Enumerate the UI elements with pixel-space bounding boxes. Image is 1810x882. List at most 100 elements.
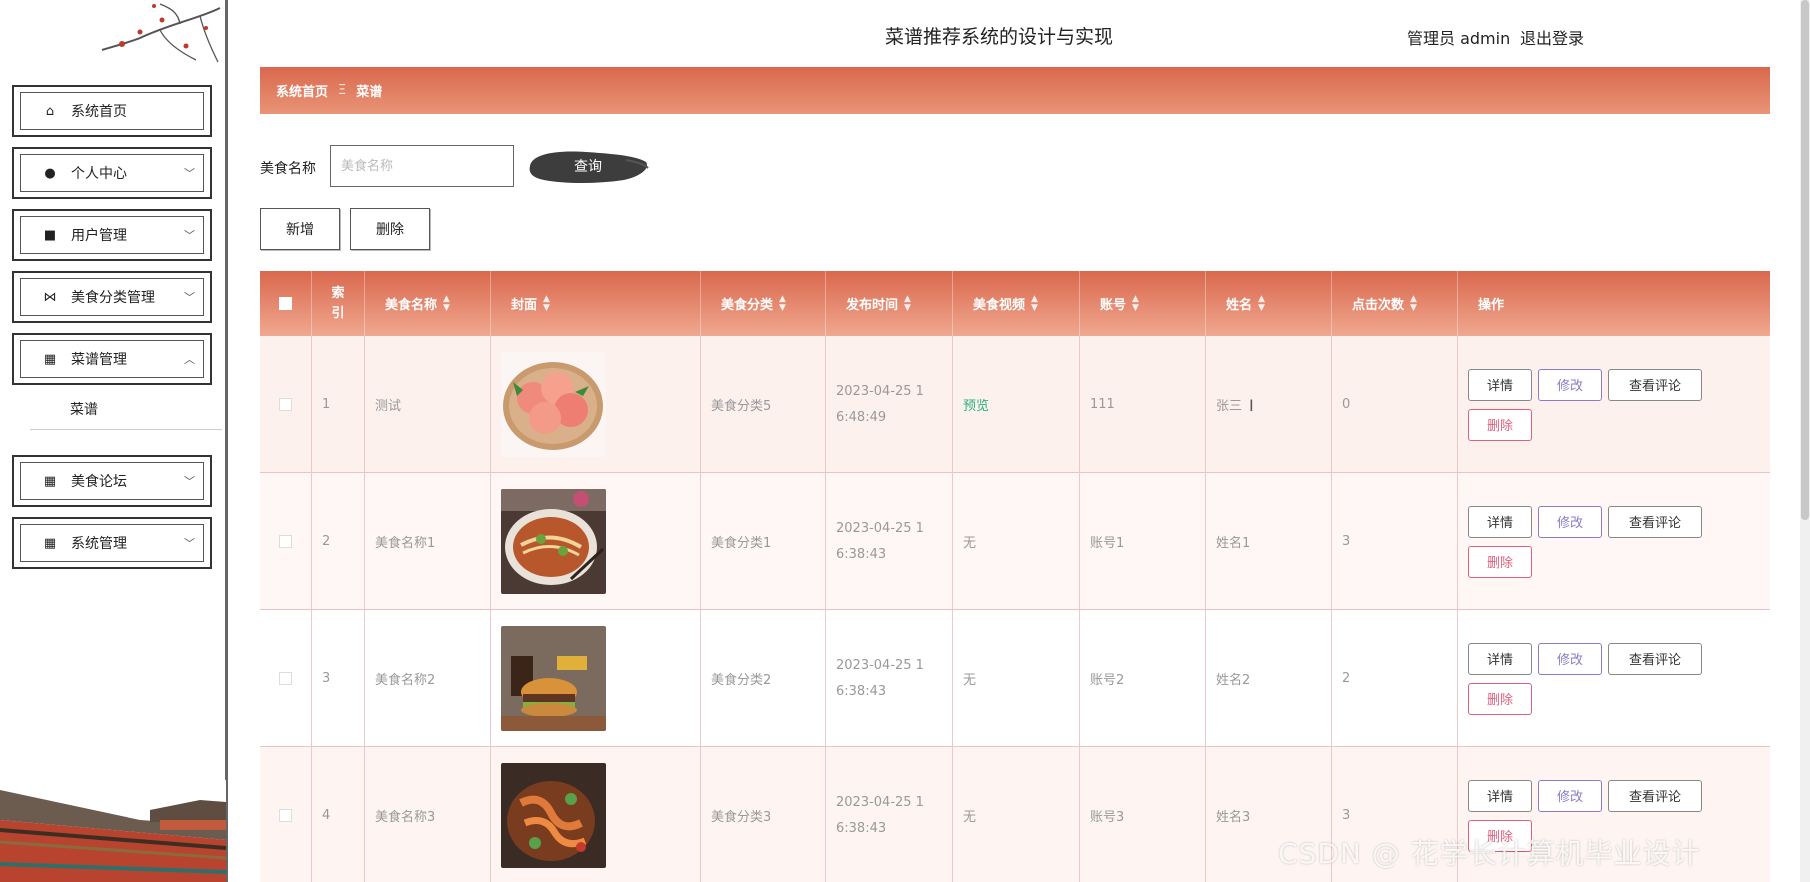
row-checkbox[interactable]	[279, 672, 292, 685]
cell-ops: 详情 修改 查看评论 删除	[1458, 610, 1770, 747]
cell-name: 美食名称3	[365, 747, 491, 882]
sidebar-item-food-category[interactable]: ⋈ 美食分类管理 ﹀	[12, 271, 212, 323]
header-clicks-label: 点击次数	[1352, 298, 1405, 313]
sort-icon[interactable]: ▲ ▼	[1132, 294, 1139, 313]
edit-button[interactable]: 修改	[1538, 505, 1602, 538]
cell-realname: 姓名2	[1206, 610, 1332, 747]
shrimp-image-icon[interactable]	[501, 763, 606, 868]
row-checkbox-cell	[260, 747, 312, 882]
row-checkbox[interactable]	[279, 398, 292, 411]
sort-icon[interactable]: ▲ ▼	[1258, 294, 1265, 313]
logout-link[interactable]: 退出登录	[1520, 25, 1584, 49]
cell-video: 无	[953, 610, 1080, 747]
noodle-image-icon[interactable]	[501, 489, 606, 594]
row-delete-button[interactable]: 删除	[1468, 545, 1532, 578]
grid-icon: ▦	[43, 351, 57, 367]
sidebar-item-label: 系统首页	[71, 104, 127, 120]
row-delete-button[interactable]: 删除	[1468, 408, 1532, 441]
header-clicks[interactable]: 点击次数 ▲ ▼	[1332, 271, 1458, 336]
view-comments-button[interactable]: 查看评论	[1608, 642, 1702, 675]
time-line-2: 6:38:43	[836, 546, 887, 562]
sidebar-item-recipe[interactable]: ▦ 菜谱管理 ︿	[12, 333, 212, 385]
detail-button[interactable]: 详情	[1468, 642, 1532, 675]
search-button[interactable]: 查询	[526, 146, 650, 186]
admin-label: 管理员 admin	[1407, 29, 1511, 48]
table-row: 1 测试 美食分类5 2023-04-25 1 6:48:49 预览 111 张三…	[260, 336, 1770, 473]
sidebar-item-system[interactable]: ▦ 系统管理 ﹀	[12, 517, 212, 569]
cell-name: 测试	[365, 336, 491, 473]
sidebar-item-users[interactable]: ■ 用户管理 ﹀	[12, 209, 212, 261]
sidebar-item-label: 菜谱管理	[71, 352, 127, 368]
cell-category: 美食分类2	[701, 610, 826, 747]
row-checkbox[interactable]	[279, 809, 292, 822]
delete-button[interactable]: 删除	[350, 208, 430, 250]
grid-icon: ▦	[43, 473, 57, 489]
header-category-label: 美食分类	[721, 298, 774, 313]
cell-realname: 姓名1	[1206, 473, 1332, 610]
cell-category: 美食分类3	[701, 747, 826, 882]
view-comments-button[interactable]: 查看评论	[1608, 505, 1702, 538]
detail-button[interactable]: 详情	[1468, 505, 1532, 538]
header-account[interactable]: 账号 ▲ ▼	[1080, 271, 1206, 336]
search-input[interactable]	[330, 145, 514, 187]
detail-button[interactable]: 详情	[1468, 368, 1532, 401]
edit-button[interactable]: 修改	[1538, 368, 1602, 401]
submenu-item-recipe[interactable]: 菜谱	[30, 396, 222, 430]
sort-icon[interactable]: ▲ ▼	[904, 294, 911, 313]
top-bar: 菜谱推荐系统的设计与实现 管理员 admin 退出登录	[230, 0, 1810, 68]
sort-icon[interactable]: ▲ ▼	[1031, 294, 1038, 313]
cell-category: 美食分类1	[701, 473, 826, 610]
sidebar-item-label: 用户管理	[71, 228, 127, 244]
breadcrumb-home[interactable]: 系统首页	[276, 81, 328, 100]
header-realname[interactable]: 姓名 ▲ ▼	[1206, 271, 1332, 336]
row-delete-button[interactable]: 删除	[1468, 682, 1532, 715]
row-checkbox[interactable]	[279, 535, 292, 548]
header-realname-label: 姓名	[1226, 298, 1253, 313]
bow-icon: ⋈	[43, 289, 57, 305]
edit-button[interactable]: 修改	[1538, 642, 1602, 675]
header-index: 索引	[312, 271, 365, 336]
palace-building-decoration	[0, 780, 226, 882]
view-comments-button[interactable]: 查看评论	[1608, 368, 1702, 401]
view-comments-button[interactable]: 查看评论	[1608, 779, 1702, 812]
sidebar-item-personal[interactable]: ● 个人中心 ﹀	[12, 147, 212, 199]
time-line-2: 6:38:43	[836, 683, 887, 699]
select-all-checkbox[interactable]	[279, 297, 292, 310]
detail-button[interactable]: 详情	[1468, 779, 1532, 812]
cell-account: 111	[1080, 336, 1206, 473]
sidebar-item-forum[interactable]: ▦ 美食论坛 ﹀	[12, 455, 212, 507]
edit-button[interactable]: 修改	[1538, 779, 1602, 812]
sort-icon[interactable]: ▲ ▼	[1410, 294, 1417, 313]
row-checkbox-cell	[260, 336, 312, 473]
cell-index: 3	[312, 610, 365, 747]
burger-image-icon[interactable]	[501, 626, 606, 731]
scrollbar-thumb[interactable]	[1801, 0, 1809, 520]
sidebar-item-home[interactable]: ⌂ 系统首页	[12, 85, 212, 137]
table-row: 3 美食名称2 美食分类2 2023-04-25 1 6:38:43 无 账号2 …	[260, 610, 1770, 747]
header-select-all[interactable]	[260, 271, 312, 336]
cell-video: 无	[953, 747, 1080, 882]
sort-icon[interactable]: ▲ ▼	[443, 294, 450, 313]
page-scrollbar[interactable]	[1800, 0, 1810, 882]
cell-name: 美食名称2	[365, 610, 491, 747]
header-ops: 操作	[1458, 271, 1770, 336]
cell-account: 账号1	[1080, 473, 1206, 610]
add-button[interactable]: 新增	[260, 208, 340, 250]
sort-icon[interactable]: ▲ ▼	[779, 294, 786, 313]
chevron-up-icon: ︿	[184, 353, 195, 366]
header-video[interactable]: 美食视频 ▲ ▼	[953, 271, 1080, 336]
cell-cover	[491, 610, 701, 747]
cell-cover	[491, 336, 701, 473]
cell-video-preview-link[interactable]: 预览	[953, 336, 1080, 473]
time-line-1: 2023-04-25 1	[836, 794, 924, 810]
cell-clicks: 0	[1332, 336, 1458, 473]
time-line-1: 2023-04-25 1	[836, 657, 924, 673]
table-row: 2 美食名称1 美食分类1 2023-04-25 1 6:38:43 无 账号1 …	[260, 473, 1770, 610]
peach-image-icon[interactable]	[501, 352, 606, 457]
header-name-label: 美食名称	[385, 298, 438, 313]
sort-icon[interactable]: ▲ ▼	[543, 294, 550, 313]
header-time[interactable]: 发布时间 ▲ ▼	[826, 271, 953, 336]
header-cover[interactable]: 封面 ▲ ▼	[491, 271, 701, 336]
header-name[interactable]: 美食名称 ▲ ▼	[365, 271, 491, 336]
header-category[interactable]: 美食分类 ▲ ▼	[701, 271, 826, 336]
